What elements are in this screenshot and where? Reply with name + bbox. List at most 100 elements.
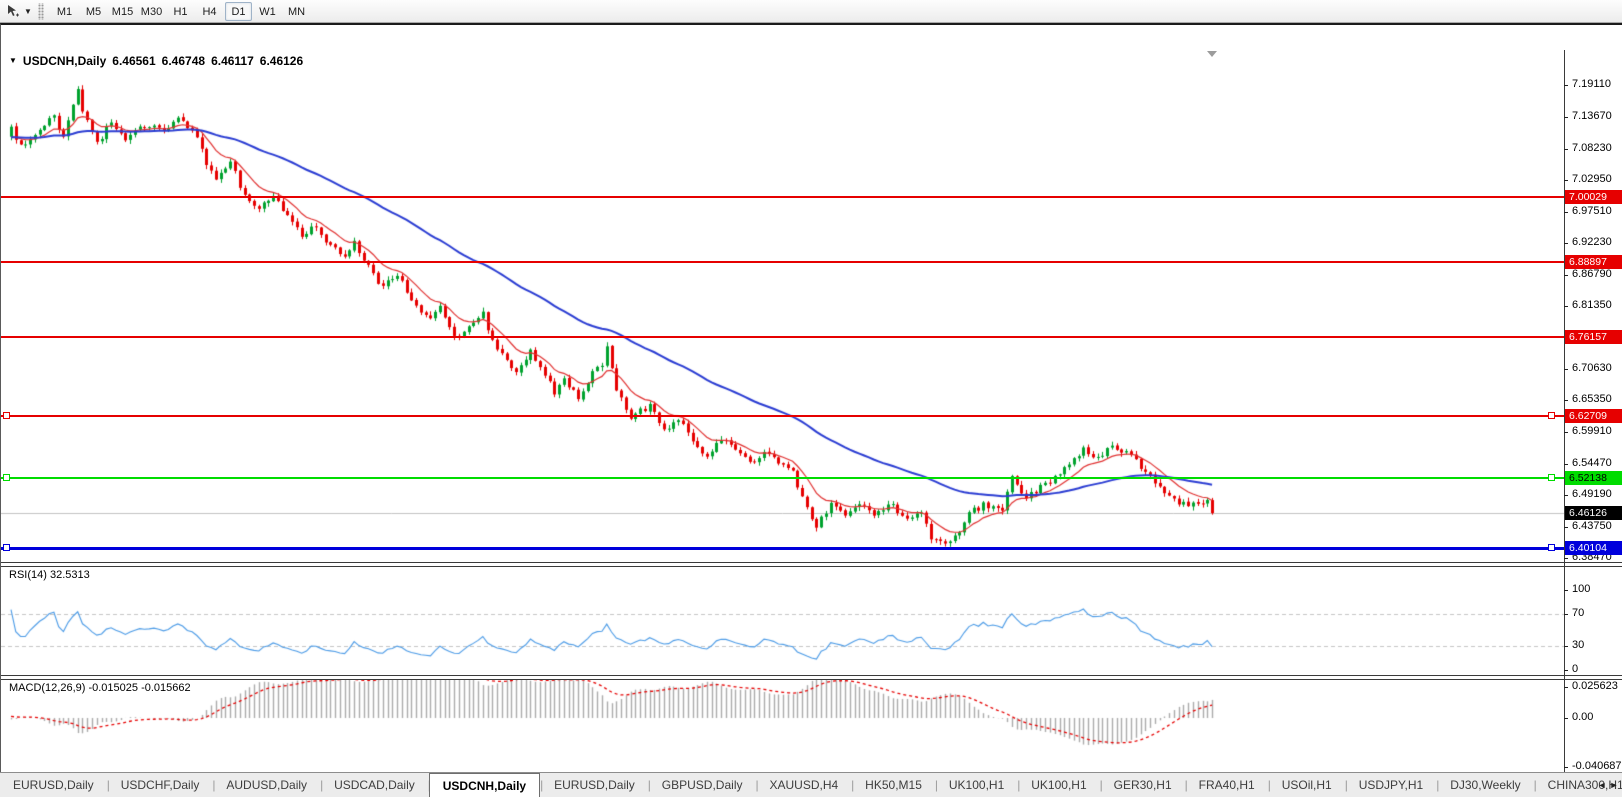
- price-level-line[interactable]: [1, 477, 1564, 479]
- macd-indicator-label: MACD(12,26,9) -0.015025 -0.015662: [9, 682, 191, 694]
- price-tick-label: 6.43750: [1572, 520, 1612, 532]
- price-level-line[interactable]: [1, 547, 1564, 550]
- rsi-tick-mark: [1564, 614, 1568, 615]
- chart-tab-hk50-m15[interactable]: HK50,M15: [852, 773, 935, 797]
- price-tick-label: 6.65350: [1572, 393, 1612, 405]
- macd-chart-canvas[interactable]: [1, 680, 1564, 772]
- price-tick-label: 7.08230: [1572, 142, 1612, 154]
- timeframe-button-mn[interactable]: MN: [283, 2, 310, 21]
- rsi-tick-mark: [1564, 590, 1568, 591]
- price-tick-mark: [1564, 495, 1568, 496]
- toolbar-grip-handle[interactable]: [38, 3, 44, 20]
- price-tick-label: 6.92230: [1572, 236, 1612, 248]
- rsi-indicator-label: RSI(14) 32.5313: [9, 569, 90, 581]
- price-tick-mark: [1564, 117, 1568, 118]
- current-price-label: 6.46126: [1565, 506, 1622, 520]
- chart-close-value: 6.46126: [260, 54, 303, 68]
- chart-tab-ger30-h1[interactable]: GER30,H1: [1101, 773, 1185, 797]
- price-tick-label: 7.02950: [1572, 173, 1612, 185]
- rsi-tick-mark: [1564, 670, 1568, 671]
- tool-dropdown-icon[interactable]: ▼: [22, 7, 34, 16]
- price-tick-mark: [1564, 369, 1568, 370]
- chart-low-value: 6.46117: [211, 54, 254, 68]
- price-level-label: 6.88897: [1565, 255, 1622, 269]
- macd-tick-label: 0.00: [1572, 711, 1593, 723]
- chart-tab-usdchf-daily[interactable]: USDCHF,Daily: [108, 773, 213, 797]
- timeframe-toolbar: ▼ M1M5M15M30H1H4D1W1MN: [0, 0, 1622, 23]
- chart-high-value: 6.46748: [162, 54, 205, 68]
- rsi-panel-top-border: [1, 566, 1622, 567]
- price-tick-mark: [1564, 275, 1568, 276]
- price-tick-mark: [1564, 464, 1568, 465]
- macd-tick-label: 0.025623: [1572, 680, 1618, 692]
- price-tick-mark: [1564, 243, 1568, 244]
- price-level-label: 6.76157: [1565, 330, 1622, 344]
- macd-tick-mark: [1564, 687, 1568, 688]
- tab-scroll-right-icon[interactable]: ►: [1608, 773, 1620, 797]
- price-level-label: 6.62709: [1565, 409, 1622, 423]
- chart-tab-eurusd-daily[interactable]: EURUSD,Daily: [0, 773, 107, 797]
- price-tick-mark: [1564, 306, 1568, 307]
- rsi-tick-label: 0: [1572, 663, 1578, 675]
- price-level-line[interactable]: [1, 415, 1564, 417]
- chart-collapse-icon[interactable]: ▼: [9, 56, 17, 65]
- rsi-tick-label: 100: [1572, 583, 1590, 595]
- timeframe-button-h1[interactable]: H1: [167, 2, 194, 21]
- tab-scroll-left-icon[interactable]: ◄: [1596, 773, 1608, 797]
- price-level-line[interactable]: [1, 196, 1564, 198]
- main-panel-bottom-border: [1, 562, 1622, 563]
- line-handle[interactable]: [3, 544, 10, 551]
- rsi-tick-label: 70: [1572, 607, 1584, 619]
- price-tick-label: 6.97510: [1572, 205, 1612, 217]
- line-handle[interactable]: [3, 412, 10, 419]
- price-level-line[interactable]: [1, 261, 1564, 263]
- price-tick-mark: [1564, 558, 1568, 559]
- timeframe-button-m5[interactable]: M5: [80, 2, 107, 21]
- timeframe-button-h4[interactable]: H4: [196, 2, 223, 21]
- price-tick-label: 6.70630: [1572, 362, 1612, 374]
- line-handle[interactable]: [1548, 412, 1555, 419]
- price-level-line[interactable]: [1, 336, 1564, 338]
- chart-tab-uk100-h1[interactable]: UK100,H1: [936, 773, 1017, 797]
- rsi-tick-label: 30: [1572, 639, 1584, 651]
- price-tick-mark: [1564, 149, 1568, 150]
- price-tick-mark: [1564, 180, 1568, 181]
- chart-open-value: 6.46561: [112, 54, 155, 68]
- chart-tab-dj30-weekly[interactable]: DJ30,Weekly: [1437, 773, 1533, 797]
- line-handle[interactable]: [3, 474, 10, 481]
- price-tick-mark: [1564, 212, 1568, 213]
- price-chart-canvas[interactable]: [1, 50, 1564, 562]
- chart-tab-bar: EURUSD,Daily|USDCHF,Daily|AUDUSD,Daily|U…: [0, 772, 1622, 797]
- chart-window: ▼ USDCNH,Daily 6.46561 6.46748 6.46117 6…: [0, 23, 1622, 772]
- timeframe-button-m15[interactable]: M15: [109, 2, 136, 21]
- timeframe-button-m30[interactable]: M30: [138, 2, 165, 21]
- chart-tab-usdcnh-daily[interactable]: USDCNH,Daily: [429, 773, 540, 797]
- timeframe-button-w1[interactable]: W1: [254, 2, 281, 21]
- chart-tab-uk100-h1[interactable]: UK100,H1: [1018, 773, 1099, 797]
- chart-tab-usdjpy-h1[interactable]: USDJPY,H1: [1346, 773, 1436, 797]
- price-tick-label: 6.59910: [1572, 425, 1612, 437]
- timeframe-button-m1[interactable]: M1: [51, 2, 78, 21]
- chart-tab-gbpusd-daily[interactable]: GBPUSD,Daily: [649, 773, 756, 797]
- chart-tab-fra40-h1[interactable]: FRA40,H1: [1186, 773, 1268, 797]
- macd-tick-mark: [1564, 767, 1568, 768]
- rsi-tick-mark: [1564, 646, 1568, 647]
- line-handle[interactable]: [1548, 474, 1555, 481]
- chart-tab-xauusd-h4[interactable]: XAUUSD,H4: [756, 773, 851, 797]
- price-tick-label: 6.86790: [1572, 268, 1612, 280]
- price-level-label: 7.00029: [1565, 190, 1622, 204]
- line-handle[interactable]: [1548, 544, 1555, 551]
- cursor-tool-icon[interactable]: [4, 3, 22, 20]
- chart-symbol-label: USDCNH,Daily: [23, 54, 106, 68]
- chart-tab-eurusd-daily[interactable]: EURUSD,Daily: [541, 773, 648, 797]
- chart-tab-usdcad-daily[interactable]: USDCAD,Daily: [321, 773, 428, 797]
- chart-tab-usoil-h1[interactable]: USOil,H1: [1269, 773, 1345, 797]
- price-tick-label: 6.81350: [1572, 299, 1612, 311]
- timeframe-button-d1[interactable]: D1: [225, 2, 252, 21]
- chart-title: ▼ USDCNH,Daily 6.46561 6.46748 6.46117 6…: [9, 54, 303, 68]
- chart-tab-audusd-daily[interactable]: AUDUSD,Daily: [213, 773, 320, 797]
- rsi-chart-canvas[interactable]: [1, 567, 1564, 675]
- price-tick-label: 6.54470: [1572, 457, 1612, 469]
- chart-shift-marker-icon: [1207, 51, 1217, 57]
- price-tick-label: 6.49190: [1572, 488, 1612, 500]
